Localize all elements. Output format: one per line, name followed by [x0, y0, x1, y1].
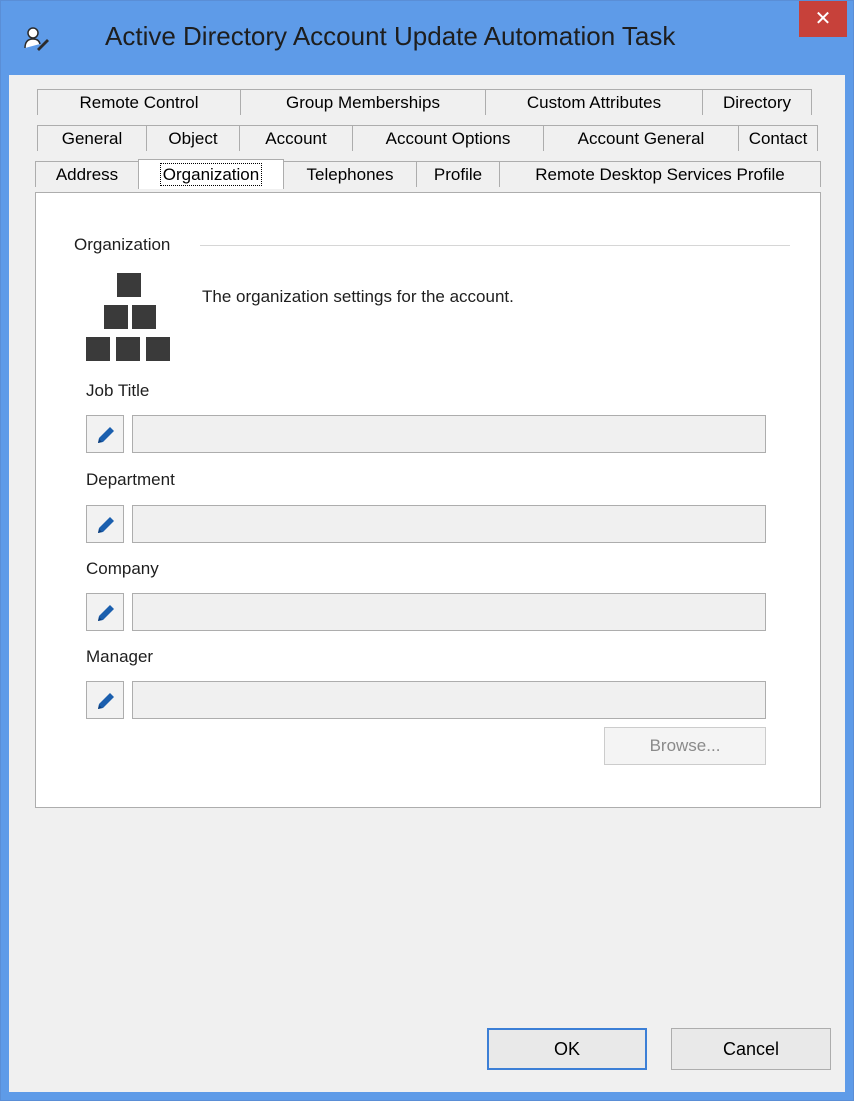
tab-group-memberships[interactable]: Group Memberships [240, 89, 486, 115]
pencil-icon [98, 605, 114, 621]
ok-button[interactable]: OK [487, 1028, 647, 1070]
title-bar[interactable]: Active Directory Account Update Automati… [1, 1, 853, 75]
pencil-icon [98, 427, 114, 443]
window-title: Active Directory Account Update Automati… [105, 21, 676, 51]
tab-account-options[interactable]: Account Options [352, 125, 544, 151]
user-edit-icon [24, 27, 49, 51]
department-field[interactable] [132, 505, 766, 543]
cancel-button[interactable]: Cancel [671, 1028, 831, 1070]
group-divider [200, 245, 790, 246]
company-label: Company [86, 559, 159, 578]
manager-edit-button[interactable] [86, 681, 124, 719]
tab-row-2: General Object Account Account Options A… [37, 125, 818, 151]
tab-custom-attributes[interactable]: Custom Attributes [485, 89, 703, 115]
tab-remote-control[interactable]: Remote Control [37, 89, 241, 115]
close-button[interactable]: ✕ [799, 1, 847, 37]
organization-icon [86, 273, 170, 361]
panel-description: The organization settings for the accoun… [202, 287, 514, 306]
tab-contact[interactable]: Contact [738, 125, 818, 151]
department-edit-button[interactable] [86, 505, 124, 543]
manager-field[interactable] [132, 681, 766, 719]
tab-account[interactable]: Account [239, 125, 353, 151]
tab-account-general[interactable]: Account General [543, 125, 739, 151]
pencil-icon [98, 693, 114, 709]
browse-button[interactable]: Browse... [604, 727, 766, 765]
job-title-label: Job Title [86, 381, 150, 400]
tab-address[interactable]: Address [35, 161, 139, 187]
dialog-window: Active Directory Account Update Automati… [0, 0, 854, 1101]
tab-organization[interactable]: Organization [138, 159, 284, 189]
job-title-edit-button[interactable] [86, 415, 124, 453]
tab-profile[interactable]: Profile [416, 161, 500, 187]
tab-remote-desktop-services-profile[interactable]: Remote Desktop Services Profile [499, 161, 821, 187]
department-label: Department [86, 470, 175, 489]
company-field[interactable] [132, 593, 766, 631]
tab-row-3: Address Organization Telephones Profile … [35, 159, 821, 189]
tab-organization-label: Organization [159, 163, 263, 186]
tab-object[interactable]: Object [146, 125, 240, 151]
company-edit-button[interactable] [86, 593, 124, 631]
tab-row-1: Remote Control Group Memberships Custom … [37, 89, 812, 115]
organization-panel: Organization The organization settings f… [35, 192, 821, 808]
group-title: Organization [74, 235, 171, 255]
tab-telephones[interactable]: Telephones [283, 161, 417, 187]
tab-general[interactable]: General [37, 125, 147, 151]
manager-label: Manager [86, 647, 154, 666]
job-title-field[interactable] [132, 415, 766, 453]
pencil-icon [98, 517, 114, 533]
dialog-client-area: Remote Control Group Memberships Custom … [9, 75, 845, 1092]
tab-directory[interactable]: Directory [702, 89, 812, 115]
